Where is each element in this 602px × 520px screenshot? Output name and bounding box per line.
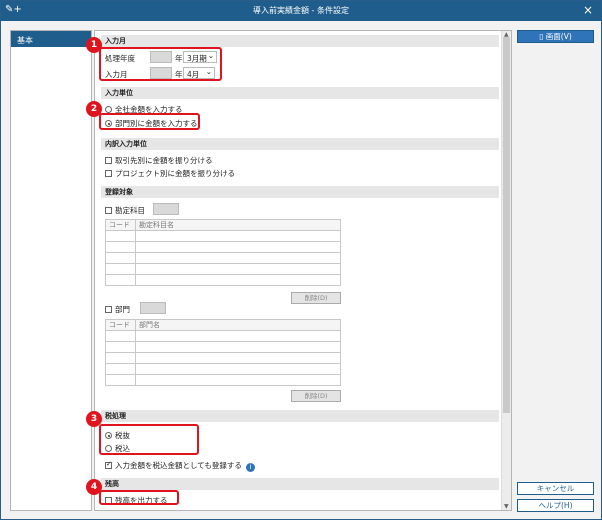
table-row [105, 374, 341, 386]
table-row [105, 330, 341, 342]
table-row [105, 341, 341, 353]
section-registration-title: 登録対象 [101, 186, 499, 198]
checkbox-icon[interactable] [105, 306, 112, 313]
sidebar-item-basic[interactable]: 基本 [11, 31, 91, 47]
badge-1: 1 [86, 37, 102, 53]
checkbox-register-tax-included[interactable]: 入力金額を税込金額としても登録するi [105, 460, 255, 472]
title-bar: ✎+ 導入前実績金額 - 条件設定 × [1, 1, 601, 21]
section-input-unit-title: 入力単位 [101, 87, 499, 99]
badge-4: 4 [86, 479, 102, 495]
checkbox-icon[interactable] [105, 170, 112, 177]
col-account-name: 勘定科目名 [135, 219, 341, 231]
checkbox-department[interactable]: 部門 [105, 304, 130, 315]
table-row [105, 274, 341, 286]
checkbox-icon[interactable] [105, 157, 112, 164]
scroll-down-icon[interactable]: ▼ [504, 503, 509, 510]
window-title: 導入前実績金額 - 条件設定 [253, 6, 349, 15]
checkbox-supplier-label: 取引先別に金額を振り分ける [115, 156, 213, 165]
highlight-box-2 [99, 113, 200, 130]
department-label: 部門 [115, 305, 130, 314]
highlight-box-4 [99, 490, 179, 505]
info-icon[interactable]: i [245, 463, 255, 472]
account-table: コード 勘定科目名 [105, 219, 341, 286]
checkbox-supplier[interactable]: 取引先別に金額を振り分ける [105, 155, 213, 166]
checkbox-account[interactable]: 勘定科目 [105, 205, 145, 216]
department-input [140, 302, 166, 314]
delete-department-button[interactable]: 削除(D) [291, 390, 341, 402]
screen-button[interactable]: ▯ 画面(V) [517, 30, 594, 43]
section-input-month-title: 入力月 [101, 35, 499, 47]
section-tax-title: 税処理 [101, 410, 499, 422]
highlight-box-1 [99, 47, 222, 81]
table-row [105, 363, 341, 375]
radio-icon[interactable] [105, 106, 112, 113]
col-department-name: 部門名 [135, 319, 341, 331]
department-table: コード 部門名 [105, 319, 341, 386]
delete-account-button[interactable]: 削除(D) [291, 292, 341, 304]
section-balance-title: 残高 [101, 478, 499, 490]
badge-3: 3 [86, 411, 102, 427]
table-row [105, 230, 341, 242]
account-label: 勘定科目 [115, 206, 145, 215]
register-tax-included-label: 入力金額を税込金額としても登録する [115, 461, 242, 470]
scrollbar[interactable]: ▲ ▼ [501, 31, 511, 510]
checkbox-checked-icon[interactable] [105, 460, 112, 469]
close-icon[interactable]: × [583, 3, 593, 17]
badge-2: 2 [86, 101, 102, 117]
cancel-button[interactable]: キャンセル [517, 482, 594, 495]
table-row [105, 241, 341, 253]
col-code: コード [105, 219, 136, 231]
screen-button-label: 画面(V) [545, 32, 572, 41]
highlight-box-3 [99, 424, 199, 455]
table-row [105, 263, 341, 275]
account-input [153, 203, 179, 215]
checkbox-icon[interactable] [105, 207, 112, 214]
dialog-window: ✎+ 導入前実績金額 - 条件設定 × 基本 ▲ ▼ 入力月 処理年度 年 3月… [0, 0, 602, 520]
checkbox-project[interactable]: プロジェクト別に金額を振り分ける [105, 168, 235, 179]
help-button[interactable]: ヘルプ(H) [517, 499, 594, 512]
col-code: コード [105, 319, 136, 331]
table-row [105, 352, 341, 364]
scrollbar-thumb[interactable] [503, 37, 510, 413]
section-breakdown-title: 内訳入力単位 [101, 138, 499, 150]
sidebar: 基本 [10, 30, 92, 511]
table-row [105, 252, 341, 264]
checkbox-project-label: プロジェクト別に金額を振り分ける [115, 169, 235, 178]
